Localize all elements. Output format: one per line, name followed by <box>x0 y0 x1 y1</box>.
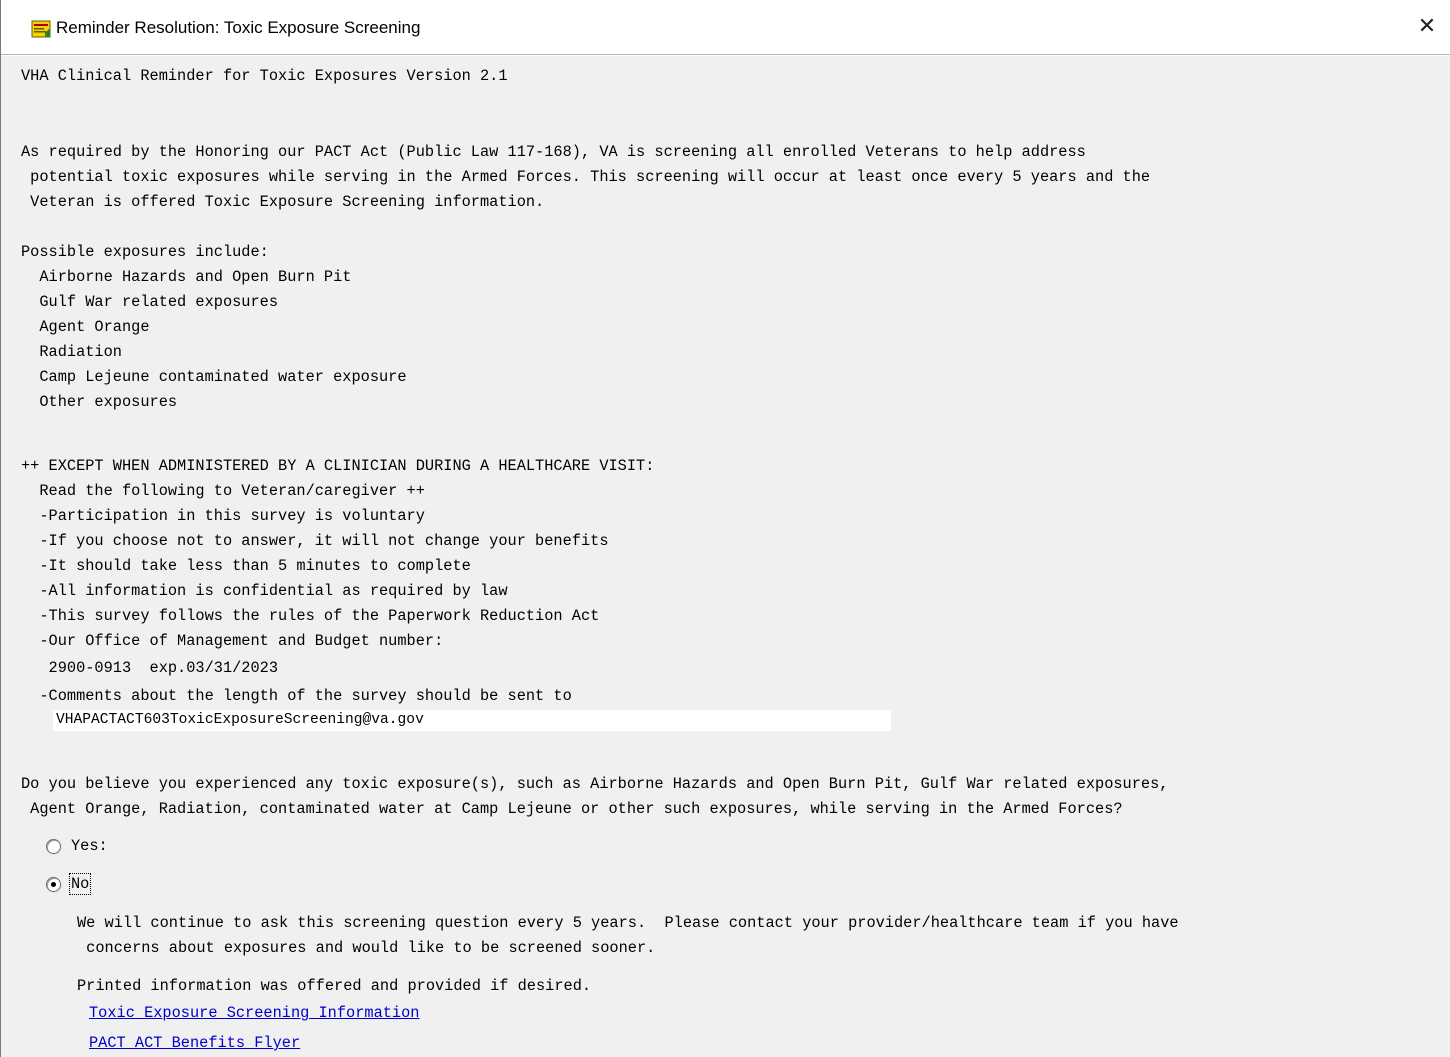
no-radio-button[interactable] <box>46 876 61 892</box>
question-line-1: Do you believe you experienced any toxic… <box>21 775 1169 793</box>
window-title: Reminder Resolution: Toxic Exposure Scre… <box>56 18 421 37</box>
close-icon: ✕ <box>1417 13 1437 39</box>
except-line: -This survey follows the rules of the Pa… <box>21 607 600 625</box>
exposure-item: Camp Lejeune contaminated water exposure <box>21 368 407 386</box>
exposure-item: Radiation <box>21 343 122 361</box>
title-separator <box>1 54 1450 55</box>
printed-info-text: Printed information was offered and prov… <box>77 977 592 995</box>
close-button[interactable]: ✕ <box>1404 6 1450 46</box>
omb-number: 2900-0913 exp.03/31/2023 <box>21 659 279 677</box>
followup-line-1: We will continue to ask this screening q… <box>77 914 1179 932</box>
reminder-resolution-dialog: Reminder Resolution: Toxic Exposure Scre… <box>0 0 1450 1057</box>
reminder-heading: VHA Clinical Reminder for Toxic Exposure… <box>21 67 508 85</box>
except-line: -If you choose not to answer, it will no… <box>21 532 609 550</box>
except-line: -Participation in this survey is volunta… <box>21 507 425 525</box>
except-header: ++ EXCEPT WHEN ADMINISTERED BY A CLINICI… <box>21 457 655 475</box>
except-line: -Comments about the length of the survey… <box>21 687 572 705</box>
title-bar: Reminder Resolution: Toxic Exposure Scre… <box>1 0 1450 56</box>
yes-option[interactable]: Yes: <box>46 837 108 855</box>
intro-line-3: Veteran is offered Toxic Exposure Screen… <box>21 193 545 211</box>
exposure-item: Gulf War related exposures <box>21 293 279 311</box>
intro-line-1: As required by the Honoring our PACT Act… <box>21 143 1086 161</box>
no-label[interactable]: No <box>68 873 92 895</box>
except-line: Read the following to Veteran/caregiver … <box>21 482 425 500</box>
yes-radio-button[interactable] <box>46 838 61 854</box>
followup-line-2: concerns about exposures and would like … <box>77 939 656 957</box>
reminder-app-icon <box>31 20 51 38</box>
reminder-text-area: VHA Clinical Reminder for Toxic Exposure… <box>21 56 1450 1057</box>
screening-info-link[interactable]: Toxic Exposure Screening Information <box>89 1004 419 1023</box>
benefits-flyer-link[interactable]: PACT ACT Benefits Flyer <box>89 1034 300 1053</box>
yes-label[interactable]: Yes: <box>71 837 108 855</box>
exposure-item: Agent Orange <box>21 318 150 336</box>
question-line-2: Agent Orange, Radiation, contaminated wa… <box>21 800 1123 818</box>
exposure-item: Other exposures <box>21 393 178 411</box>
except-line: -All information is confidential as requ… <box>21 582 508 600</box>
intro-line-2: potential toxic exposures while serving … <box>21 168 1151 186</box>
exposures-header: Possible exposures include: <box>21 243 269 261</box>
no-option[interactable]: No <box>46 873 92 895</box>
exposure-item: Airborne Hazards and Open Burn Pit <box>21 268 352 286</box>
except-line: -Our Office of Management and Budget num… <box>21 632 444 650</box>
email-field: VHAPACTACT603ToxicExposureScreening@va.g… <box>53 710 891 731</box>
except-line: -It should take less than 5 minutes to c… <box>21 557 471 575</box>
email-address: VHAPACTACT603ToxicExposureScreening@va.g… <box>56 712 424 728</box>
